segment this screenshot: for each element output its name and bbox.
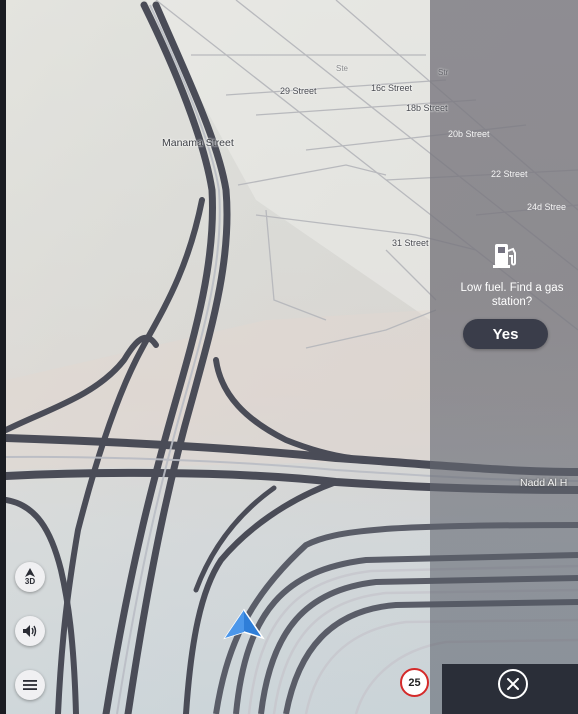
menu-button[interactable] [15,670,45,700]
close-button[interactable] [498,669,528,699]
navigation-screen: Ste Str 29 Street 16c Street 18b Street … [6,0,578,714]
yes-button[interactable]: Yes [463,319,548,349]
view-mode-label: 3D [24,577,36,586]
street-label-18b: 18b Street [406,103,448,113]
street-label-20b: 20b Street [448,129,490,139]
street-label: Str [438,68,449,77]
street-label-manama: Manama Street [162,137,234,149]
street-label: Ste [336,64,349,73]
street-label-16c: 16c Street [371,83,413,93]
fuel-prompt-text: Low fuel. Find a gas station? [460,282,564,308]
close-icon [507,678,519,690]
compass-arrow-icon [25,568,35,577]
speed-limit-sign: 25 [400,668,429,697]
street-label-nadd: Nadd Al H [520,477,568,489]
speaker-icon [23,625,37,637]
view-mode-button[interactable]: 3D [15,562,45,592]
vehicle-position-icon [223,608,265,640]
menu-icon [23,680,37,690]
street-label-22: 22 Street [491,169,528,179]
street-label-24d: 24d Stree [527,202,567,212]
suggestion-panel [430,0,578,714]
street-label-31: 31 Street [392,238,429,248]
street-label-29: 29 Street [280,86,317,96]
gas-pump-icon [493,244,516,268]
sound-button[interactable] [15,616,45,646]
